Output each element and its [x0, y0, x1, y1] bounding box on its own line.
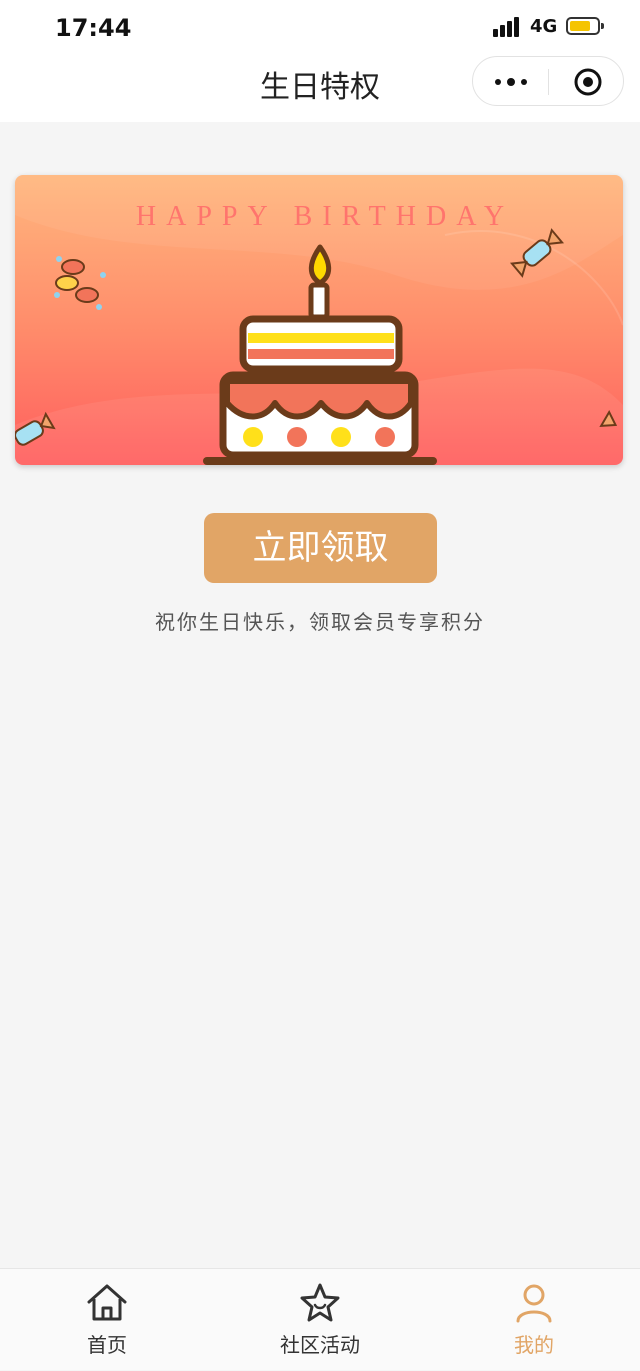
user-icon — [512, 1281, 556, 1325]
tab-community-activities[interactable]: 社区活动 — [240, 1269, 400, 1371]
birthday-banner: HAPPY BIRTHDAY — [15, 175, 623, 465]
tab-label: 社区活动 — [280, 1333, 360, 1357]
status-bar: 17:44 4G — [0, 0, 640, 56]
close-icon[interactable] — [573, 67, 603, 97]
more-icon[interactable] — [493, 67, 533, 97]
claim-description: 祝你生日快乐，领取会员专享积分 — [155, 610, 485, 634]
tab-label: 首页 — [87, 1333, 127, 1357]
battery-icon — [566, 17, 604, 35]
star-icon — [298, 1281, 342, 1325]
navigation-bar: 生日特权 — [0, 56, 640, 122]
home-icon — [85, 1281, 129, 1325]
banner-text: HAPPY BIRTHDAY — [136, 201, 514, 232]
status-time: 17:44 — [55, 14, 132, 42]
tab-home[interactable]: 首页 — [27, 1269, 187, 1371]
tab-label: 我的 — [514, 1333, 554, 1357]
network-type: 4G — [530, 16, 558, 37]
capsule-divider — [548, 69, 549, 95]
tab-mine[interactable]: 我的 — [454, 1269, 614, 1371]
mini-program-capsule — [472, 56, 624, 106]
signal-icon — [493, 17, 523, 37]
claim-button[interactable]: 立即领取 — [204, 513, 437, 583]
tab-bar: 首页 社区活动 我的 — [0, 1268, 640, 1370]
